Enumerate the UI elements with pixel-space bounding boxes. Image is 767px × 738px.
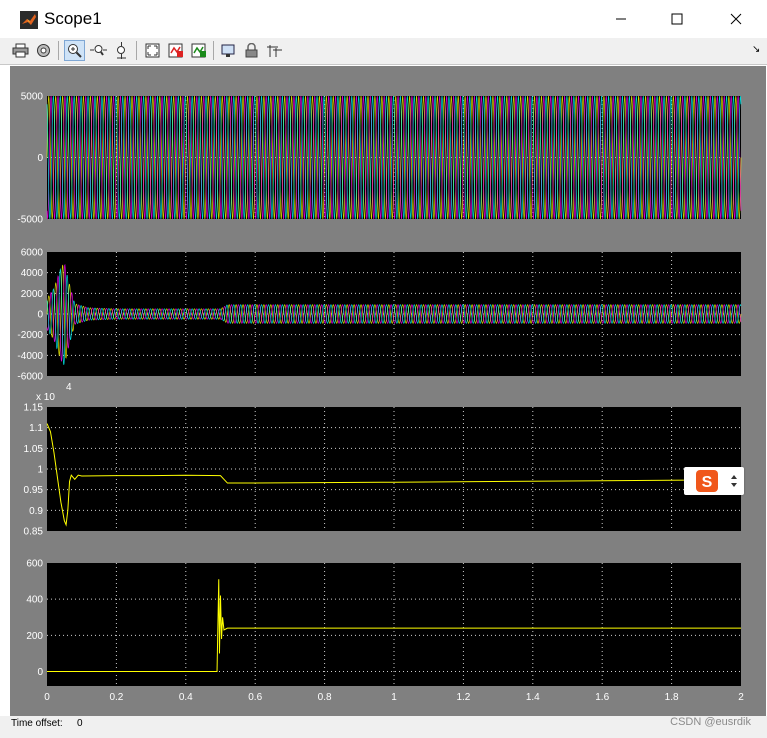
parameters-icon <box>37 44 50 57</box>
time-offset-value: 0 <box>77 718 83 729</box>
scope-plots: 50000-50006000400020000-2000-4000-60001.… <box>17 92 744 704</box>
exponent-power: 4 <box>66 382 72 393</box>
watermark: CSDN @eusrdik <box>670 716 751 728</box>
x-tick-label: 0.8 <box>318 692 332 703</box>
y-tick-label: 0 <box>37 310 43 321</box>
restore-axes-icon <box>191 43 206 58</box>
svg-text:S: S <box>702 474 713 491</box>
ime-menu-arrows-icon <box>731 475 737 487</box>
x-tick-label: 1.8 <box>665 692 679 703</box>
y-tick-label: 200 <box>26 631 43 642</box>
zoom-icon <box>68 44 82 58</box>
zoom-x-button[interactable] <box>88 40 109 61</box>
lock-button[interactable] <box>241 40 262 61</box>
zoom-y-button[interactable] <box>111 40 132 61</box>
print-button[interactable] <box>10 40 31 61</box>
toolbar-separator <box>58 41 59 60</box>
y-tick-label: 1.15 <box>24 403 44 414</box>
y-tick-label: 5000 <box>21 92 44 103</box>
y-tick-label: 600 <box>26 559 43 570</box>
autoscale-button[interactable] <box>142 40 163 61</box>
autoscale-icon <box>145 43 160 58</box>
y-tick-label: 2000 <box>21 289 44 300</box>
title-bar: Scope1 <box>0 0 767 38</box>
status-bar: Time offset: 0 CSDN @eusrdik <box>0 716 767 738</box>
save-axes-icon <box>168 43 183 58</box>
y-tick-label: 400 <box>26 595 43 606</box>
toolbar-separator <box>213 41 214 60</box>
y-tick-label: -4000 <box>17 351 43 362</box>
print-icon <box>12 43 29 58</box>
toolbar-corner-glyph: ↘ <box>752 44 761 55</box>
exponent-label: x 10 <box>36 392 55 403</box>
y-tick-label: 1 <box>37 465 43 476</box>
y-tick-label: -2000 <box>17 330 43 341</box>
y-tick-label: -6000 <box>17 372 43 383</box>
zoom-button[interactable] <box>64 40 85 61</box>
floating-scope-button[interactable] <box>218 40 239 61</box>
y-tick-label: 1.05 <box>24 444 44 455</box>
x-tick-label: 1.2 <box>456 692 470 703</box>
y-tick-label: 0.85 <box>24 527 44 538</box>
maximize-button[interactable] <box>654 0 700 38</box>
y-tick-label: -5000 <box>17 215 43 226</box>
zoom-y-icon <box>117 42 126 59</box>
x-tick-label: 1.6 <box>595 692 609 703</box>
scope-figure: 5000 0 -5000 6000 4000 2000 0 -2000 -4000 -6000 1.… <box>10 66 766 716</box>
x-tick-label: 0.6 <box>248 692 262 703</box>
toolbar: ↘ <box>0 38 767 65</box>
save-axes-button[interactable] <box>165 40 186 61</box>
x-tick-label: 0 <box>44 692 50 703</box>
close-button[interactable] <box>713 0 759 38</box>
y-tick-label: 4000 <box>21 268 44 279</box>
ime-floating-toolbar[interactable]: S <box>684 467 744 495</box>
sogou-ime-icon: S <box>696 470 718 492</box>
y-tick-label: 0 <box>37 153 43 164</box>
y-tick-label: 0.9 <box>29 506 43 517</box>
y-tick-label: 0 <box>37 667 43 678</box>
lock-icon <box>245 43 258 58</box>
maximize-icon <box>671 13 683 25</box>
x-tick-label: 0.2 <box>109 692 123 703</box>
restore-axes-button[interactable] <box>188 40 209 61</box>
matlab-icon <box>20 11 38 29</box>
y-tick-label: 0.95 <box>24 485 44 496</box>
minimize-icon <box>616 18 626 20</box>
x-tick-label: 0.4 <box>179 692 193 703</box>
time-offset-label: Time offset: <box>11 718 63 729</box>
toolbar-separator <box>136 41 137 60</box>
y-tick-label: 1.1 <box>29 423 43 434</box>
x-tick-label: 1 <box>391 692 397 703</box>
floating-scope-icon <box>221 44 235 57</box>
close-icon <box>730 13 742 25</box>
x-tick-label: 1.4 <box>526 692 540 703</box>
x-tick-label: 2 <box>738 692 744 703</box>
parameters-button[interactable] <box>33 40 54 61</box>
signal-selection-icon <box>267 45 282 57</box>
zoom-x-icon <box>90 45 107 56</box>
signal-selection-button[interactable] <box>264 40 285 61</box>
y-tick-label: 6000 <box>21 248 44 259</box>
window-title: Scope1 <box>44 9 102 28</box>
minimize-button[interactable] <box>598 0 644 38</box>
